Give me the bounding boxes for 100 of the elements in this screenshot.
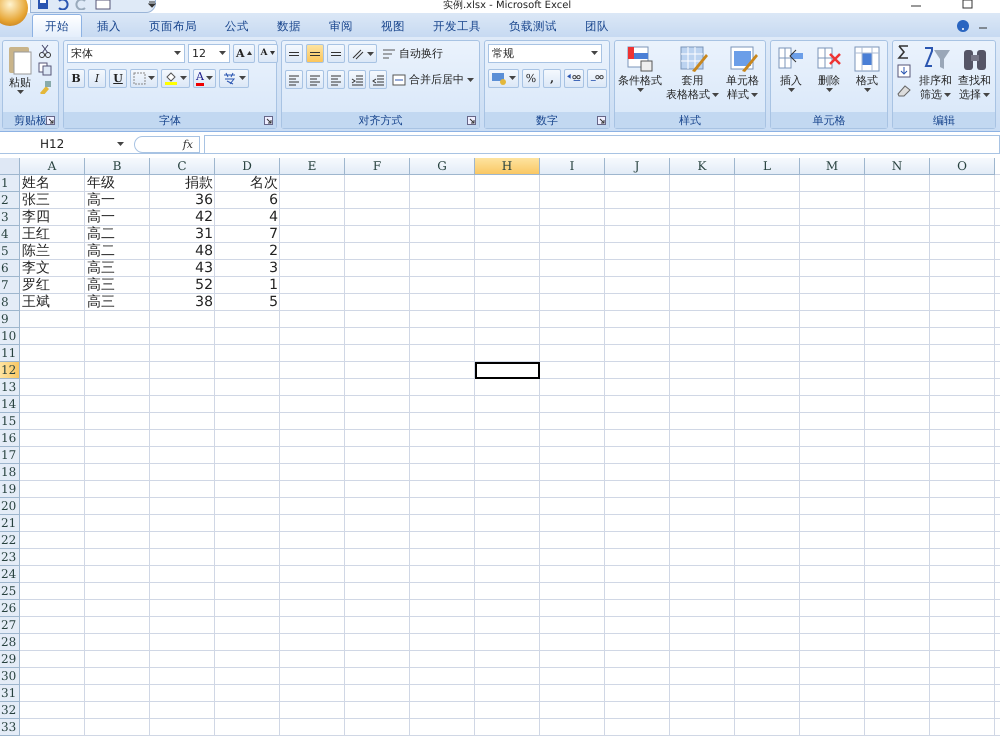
ribbon-tab[interactable]: 视图 [368, 14, 418, 37]
row-header[interactable]: 19 [0, 481, 20, 498]
column-header[interactable]: N [865, 158, 930, 175]
function-button[interactable]: fx [134, 136, 200, 152]
percent-button[interactable]: % [522, 68, 540, 88]
row-header[interactable]: 32 [0, 702, 20, 719]
row-header[interactable]: 7 [0, 277, 20, 294]
italic-button[interactable]: I [88, 68, 106, 88]
ribbon-button[interactable]: 删除 [812, 44, 846, 109]
row-header[interactable]: 29 [0, 651, 20, 668]
row-header[interactable]: 6 [0, 260, 20, 277]
ribbon-tab[interactable]: 数据 [264, 14, 314, 37]
decrease-indent-button[interactable] [348, 70, 366, 90]
formula-field[interactable] [204, 134, 1000, 154]
dialog-launcher-icon[interactable] [264, 116, 273, 125]
column-header[interactable]: K [670, 158, 735, 175]
ribbon-button[interactable]: 套用 表格格式 [666, 44, 719, 109]
row-header[interactable]: 12 [0, 362, 20, 379]
row-header[interactable]: 15 [0, 413, 20, 430]
row-header[interactable]: 8 [0, 294, 20, 311]
ribbon-tab[interactable]: 页面布局 [136, 14, 210, 37]
borders-button[interactable] [130, 68, 158, 88]
ribbon-button[interactable]: 查找和 选择 [957, 44, 992, 109]
shrink-font-button[interactable]: A [258, 44, 278, 63]
column-header[interactable]: I [540, 158, 605, 175]
ribbon-tab[interactable]: 团队 [572, 14, 622, 37]
ribbon-button[interactable]: 格式 [850, 44, 884, 109]
help-icon[interactable] [956, 18, 970, 33]
font-color-button[interactable]: A [193, 68, 216, 88]
row-header[interactable]: 13 [0, 379, 20, 396]
row-header[interactable]: 27 [0, 617, 20, 634]
row-header[interactable]: 23 [0, 549, 20, 566]
row-header[interactable]: 3 [0, 209, 20, 226]
bold-button[interactable]: B [67, 68, 85, 88]
vertical-align-button[interactable] [285, 44, 303, 64]
font-name-field[interactable]: 宋体 [67, 44, 185, 63]
ribbon-button[interactable]: 单元格 样式 [723, 44, 762, 109]
phonetic-button[interactable] [218, 68, 249, 88]
column-header[interactable]: C [150, 158, 215, 175]
paste-button[interactable]: 粘贴 [6, 44, 34, 109]
copy-icon[interactable] [38, 62, 52, 76]
ribbon-tab[interactable]: 插入 [84, 14, 134, 37]
row-header[interactable]: 17 [0, 447, 20, 464]
name-box[interactable]: H12 [0, 136, 130, 152]
dialog-launcher-icon[interactable] [597, 116, 606, 125]
ribbon-tab[interactable]: 开发工具 [420, 14, 494, 37]
ribbon-tab[interactable]: 公式 [212, 14, 262, 37]
column-header[interactable]: E [280, 158, 345, 175]
dialog-launcher-icon[interactable] [46, 116, 55, 125]
row-header[interactable]: 24 [0, 566, 20, 583]
row-header[interactable]: 2 [0, 192, 20, 209]
row-header[interactable]: 16 [0, 430, 20, 447]
wrap-text-button[interactable]: 自动换行 [380, 44, 445, 64]
ribbon-button[interactable]: 排序和 筛选 [918, 44, 953, 109]
column-header[interactable]: F [345, 158, 410, 175]
grow-font-button[interactable]: A [233, 44, 255, 63]
selected-cell[interactable] [475, 362, 540, 379]
column-header[interactable]: O [930, 158, 995, 175]
column-header[interactable]: H [475, 158, 540, 175]
column-header[interactable]: G [410, 158, 475, 175]
underline-button[interactable]: U [109, 68, 127, 88]
column-header[interactable]: D [215, 158, 280, 175]
merge-center-button[interactable]: 合并后居中 [390, 70, 476, 90]
row-header[interactable]: 33 [0, 719, 20, 736]
row-header[interactable]: 18 [0, 464, 20, 481]
row-header[interactable]: 25 [0, 583, 20, 600]
horizontal-align-button[interactable] [285, 70, 303, 90]
row-header[interactable]: 1 [0, 175, 20, 192]
row-header[interactable]: 4 [0, 226, 20, 243]
maximize-icon[interactable] [962, 0, 974, 10]
number-format-field[interactable]: 常规 [488, 44, 602, 63]
print-preview-icon[interactable] [95, 0, 111, 10]
row-header[interactable]: 10 [0, 328, 20, 345]
row-header[interactable]: 30 [0, 668, 20, 685]
horizontal-align-button[interactable] [306, 70, 324, 90]
ribbon-tab[interactable]: 审阅 [316, 14, 366, 37]
ribbon-tab[interactable]: 负载测试 [496, 14, 570, 37]
dialog-launcher-icon[interactable] [467, 116, 476, 125]
row-header[interactable]: 11 [0, 345, 20, 362]
ribbon-tab[interactable]: 开始 [32, 14, 82, 37]
increase-indent-button[interactable] [369, 70, 387, 90]
vertical-align-button[interactable] [327, 44, 345, 64]
column-header[interactable]: B [85, 158, 150, 175]
save-icon[interactable] [37, 0, 49, 10]
fill-color-button[interactable] [161, 68, 190, 88]
row-header[interactable]: 9 [0, 311, 20, 328]
horizontal-align-button[interactable] [327, 70, 345, 90]
column-header[interactable]: A [20, 158, 85, 175]
row-header[interactable]: 26 [0, 600, 20, 617]
decrease-decimal-button[interactable] [587, 68, 607, 88]
cut-icon[interactable] [38, 44, 52, 58]
column-header[interactable]: L [735, 158, 800, 175]
vertical-align-button[interactable] [306, 44, 324, 64]
currency-button[interactable] [488, 68, 519, 88]
row-header[interactable]: 20 [0, 498, 20, 515]
row-header[interactable]: 21 [0, 515, 20, 532]
row-header[interactable]: 5 [0, 243, 20, 260]
comma-button[interactable]: , [543, 68, 561, 88]
column-header[interactable]: J [605, 158, 670, 175]
row-header[interactable]: 22 [0, 532, 20, 549]
